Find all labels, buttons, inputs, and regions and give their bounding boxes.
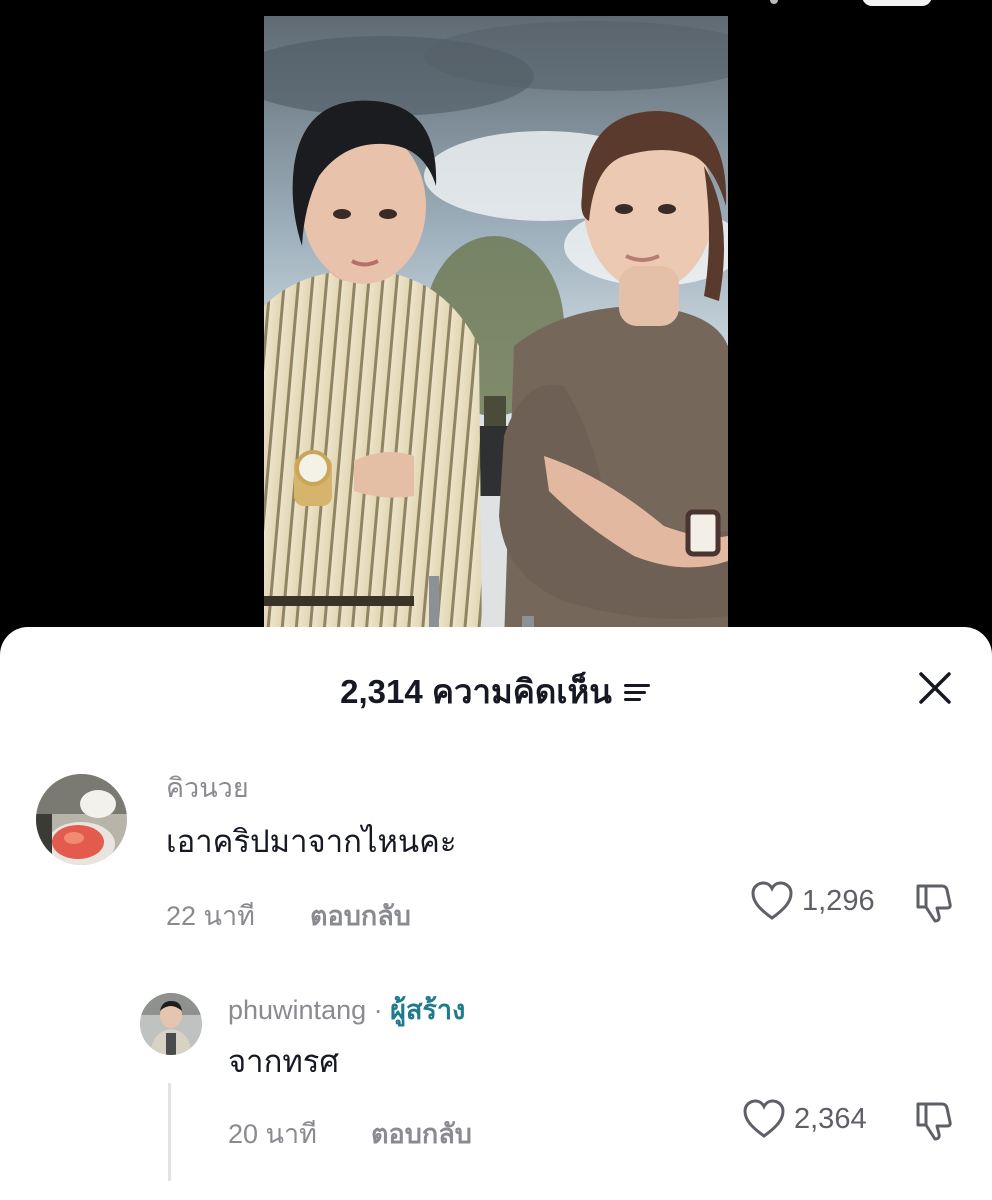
dislike-button[interactable] — [912, 1098, 956, 1142]
video-frame-image — [264, 16, 728, 642]
comment-timestamp: 22 นาที — [166, 901, 255, 931]
comment-timestamp: 20 นาที — [228, 1119, 317, 1149]
video-player[interactable] — [264, 16, 728, 642]
dislike-button[interactable] — [912, 880, 956, 924]
reply-button[interactable]: ตอบกลับ — [310, 894, 411, 937]
close-icon — [919, 672, 951, 704]
avatar[interactable] — [36, 774, 127, 865]
heart-icon — [751, 881, 793, 920]
comment-username[interactable]: คิวนวย — [166, 766, 249, 809]
avatar-image — [140, 993, 202, 1055]
status-indicator — [770, 0, 778, 4]
reply-button[interactable]: ตอบกลับ — [371, 1112, 472, 1155]
thumbs-down-icon — [916, 1102, 952, 1141]
sort-lines-icon[interactable] — [622, 681, 652, 703]
comment-text: จากทรศ — [228, 1044, 340, 1079]
like-button[interactable]: 1,296 — [750, 880, 875, 922]
thread-line — [168, 1083, 171, 1181]
heart-icon — [743, 1099, 785, 1138]
thumbs-down-icon — [916, 884, 952, 923]
like-count: 1,296 — [802, 884, 875, 917]
like-button[interactable]: 2,364 — [742, 1098, 867, 1140]
avatar-image — [36, 774, 127, 865]
like-count: 2,364 — [794, 1102, 867, 1135]
close-button[interactable] — [914, 667, 956, 709]
comment-text: เอาคริปมาจากไหนคะ — [166, 824, 457, 859]
comment-username: phuwintang · ผู้สร้าง — [228, 988, 465, 1031]
comment-count-label: 2,314 ความคิดเห็น — [340, 673, 612, 710]
username-separator: · — [366, 995, 391, 1025]
reply-username[interactable]: phuwintang — [228, 995, 366, 1025]
top-pill-button[interactable] — [862, 0, 932, 6]
comments-header: 2,314 ความคิดเห็น — [0, 627, 992, 743]
comment-count-title: 2,314 ความคิดเห็น — [0, 665, 992, 718]
avatar[interactable] — [140, 993, 202, 1055]
creator-badge: ผู้สร้าง — [390, 995, 466, 1025]
app-screen: 2,314 ความคิดเห็น คิวนวย เอาคริปมาจากไหน… — [0, 0, 992, 1200]
